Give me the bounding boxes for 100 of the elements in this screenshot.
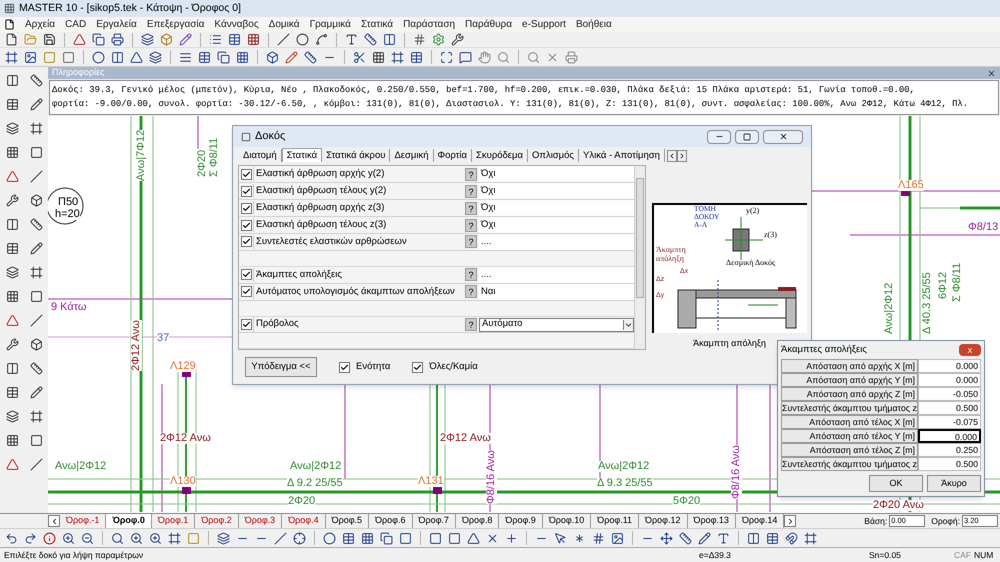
- scroll-left-icon[interactable]: [48, 515, 60, 527]
- grid-icon[interactable]: [4, 289, 20, 304]
- menu-item[interactable]: Παράθυρα: [465, 17, 512, 32]
- pencil-icon[interactable]: [28, 97, 44, 112]
- triangle-icon[interactable]: [4, 457, 20, 472]
- image-icon[interactable]: [610, 530, 625, 546]
- help-button[interactable]: ?: [465, 218, 477, 232]
- scroll-right-icon[interactable]: [784, 515, 796, 527]
- maximize-icon[interactable]: [735, 130, 759, 144]
- property-value[interactable]: ....: [479, 266, 634, 283]
- text-icon[interactable]: [344, 32, 359, 47]
- wrench-icon[interactable]: [450, 32, 465, 47]
- gear-icon[interactable]: [431, 32, 446, 47]
- frame-icon[interactable]: [28, 121, 44, 136]
- zoom-in-icon[interactable]: [129, 530, 144, 546]
- triangle-icon[interactable]: [466, 530, 481, 546]
- frame-icon[interactable]: [167, 530, 182, 546]
- grid-icon[interactable]: [4, 145, 20, 160]
- tab[interactable]: Φορτία: [434, 148, 472, 162]
- columns-icon[interactable]: [746, 530, 761, 546]
- mouse-icon[interactable]: [553, 530, 568, 546]
- ok-button[interactable]: OK: [869, 475, 923, 492]
- parameter-field[interactable]: 0.250: [918, 443, 981, 457]
- box-icon[interactable]: [28, 337, 44, 352]
- pencil-icon[interactable]: [697, 530, 712, 546]
- grid-icon[interactable]: [235, 50, 250, 64]
- help-button[interactable]: ?: [465, 235, 477, 248]
- close-button[interactable]: x: [959, 344, 981, 356]
- layers-icon[interactable]: [4, 121, 20, 136]
- square-icon[interactable]: [447, 530, 462, 546]
- scrollbar[interactable]: [634, 166, 645, 350]
- checkbox[interactable]: [240, 286, 252, 298]
- circle-icon[interactable]: [322, 530, 337, 546]
- checkbox[interactable]: [240, 186, 252, 197]
- table-icon[interactable]: [4, 385, 20, 400]
- layers-icon[interactable]: [4, 265, 20, 280]
- line-icon[interactable]: [276, 32, 291, 47]
- menu-item[interactable]: e-Support: [522, 17, 566, 32]
- parameter-field[interactable]: 0.500: [918, 457, 981, 471]
- grid-icon[interactable]: [4, 433, 20, 448]
- property-value[interactable]: Όχι: [479, 166, 634, 182]
- redo-icon[interactable]: [23, 530, 38, 546]
- menu-item[interactable]: Παράσταση: [403, 17, 456, 32]
- square-icon[interactable]: [61, 50, 76, 64]
- box-icon[interactable]: [28, 193, 44, 208]
- table-icon[interactable]: [409, 50, 424, 64]
- help-button[interactable]: ?: [465, 184, 477, 198]
- floor-tab[interactable]: Όροφ.2: [195, 514, 239, 528]
- columns-icon[interactable]: [110, 50, 125, 64]
- floor-tab[interactable]: Όροφ.12: [639, 514, 688, 528]
- parameter-field[interactable]: 0.500: [918, 401, 981, 415]
- property-value[interactable]: Ναι: [479, 284, 634, 300]
- floor-tab[interactable]: Όροφ.3: [238, 514, 282, 528]
- table-icon[interactable]: [341, 530, 356, 546]
- ruler-icon[interactable]: [28, 73, 44, 88]
- parameter-field[interactable]: 0.000: [918, 373, 981, 387]
- floor-tab[interactable]: Όροφ.7: [412, 514, 456, 528]
- info-icon[interactable]: [42, 530, 57, 546]
- checkbox[interactable]: [240, 319, 252, 330]
- triangle-icon[interactable]: [4, 169, 20, 184]
- magnet-icon[interactable]: [784, 530, 799, 546]
- checkbox[interactable]: [240, 202, 252, 214]
- floor-tab[interactable]: Όροφ.11: [591, 514, 640, 528]
- property-value[interactable]: Όχι: [479, 217, 634, 234]
- menu-item[interactable]: Γραμμικά: [310, 17, 351, 32]
- property-value[interactable]: Όχι: [479, 200, 634, 216]
- checkbox[interactable]: [240, 236, 252, 248]
- grid-icon[interactable]: [246, 32, 261, 47]
- floor-tab[interactable]: Όροφ.5: [326, 514, 370, 528]
- checkbox[interactable]: [412, 362, 424, 373]
- crosshair-icon[interactable]: [292, 530, 307, 546]
- help-button[interactable]: ?: [465, 318, 477, 332]
- parameter-field[interactable]: -0.075: [918, 415, 981, 429]
- zoom-in-icon[interactable]: [61, 530, 76, 546]
- help-button[interactable]: ?: [465, 202, 477, 215]
- line-icon[interactable]: [28, 313, 44, 328]
- text-icon[interactable]: [716, 530, 731, 546]
- copy-icon[interactable]: [216, 50, 231, 64]
- ruler-icon[interactable]: [28, 217, 44, 232]
- square-icon[interactable]: [28, 145, 44, 160]
- floor-tab[interactable]: Όροφ.1: [152, 514, 196, 528]
- help-button[interactable]: ?: [465, 285, 477, 298]
- frame-icon[interactable]: [803, 530, 818, 546]
- grid-icon[interactable]: [360, 530, 375, 546]
- floor-tab[interactable]: Όροφ.0: [106, 514, 152, 528]
- copy-icon[interactable]: [91, 32, 106, 47]
- table-icon[interactable]: [197, 50, 212, 64]
- line-icon[interactable]: [28, 457, 44, 472]
- hatch-icon[interactable]: [412, 32, 427, 47]
- printer-icon[interactable]: [110, 32, 125, 47]
- cancel-button[interactable]: Άκυρο: [927, 475, 981, 492]
- menu-item[interactable]: Επεξεργασία: [146, 17, 204, 32]
- circle-icon[interactable]: [295, 32, 310, 47]
- property-value[interactable]: ....: [479, 234, 634, 250]
- curve-icon[interactable]: [314, 32, 329, 47]
- example-button[interactable]: Υπόδειγμα <<: [245, 357, 317, 378]
- checkbox[interactable]: [240, 269, 252, 280]
- undo-icon[interactable]: [4, 530, 19, 546]
- menu-item[interactable]: Κάνναβος: [214, 17, 259, 32]
- table-icon[interactable]: [765, 530, 780, 546]
